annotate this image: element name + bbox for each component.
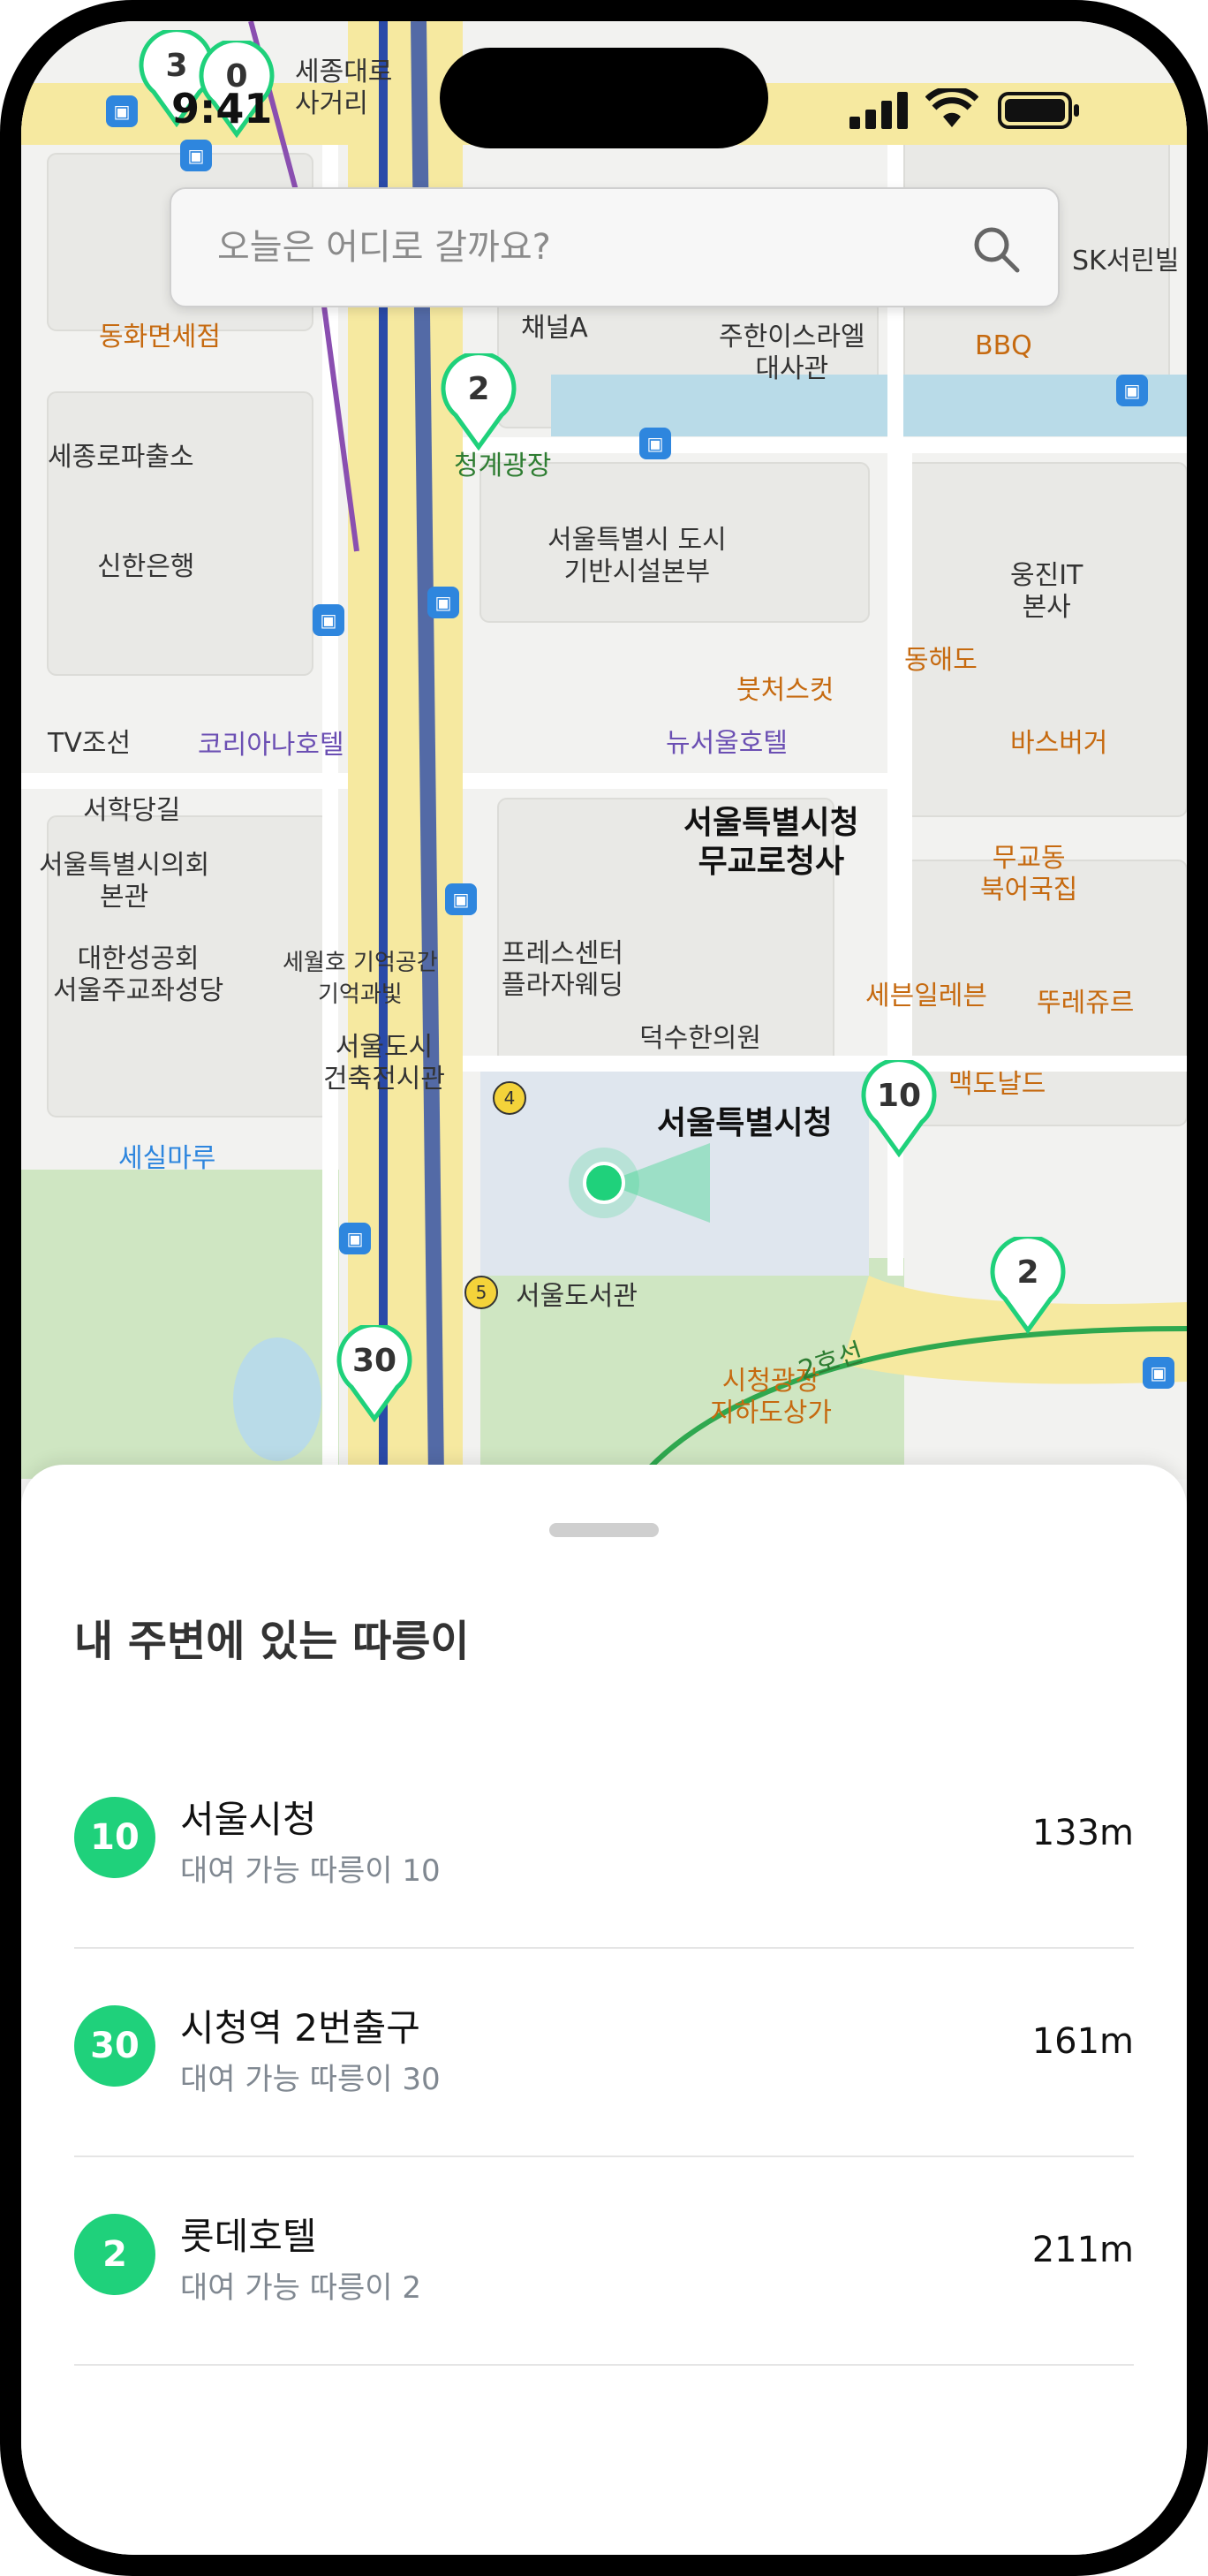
station-name: 롯데호텔	[180, 2215, 317, 2258]
station-distance: 133m	[1031, 1813, 1134, 1853]
status-bar: 9:41	[21, 21, 1187, 148]
bike-station-count: 2	[467, 371, 490, 407]
bus-stop-icon[interactable]: ▣	[427, 587, 459, 618]
bus-stop-icon[interactable]: ▣	[180, 140, 212, 171]
station-distance: 161m	[1031, 2021, 1134, 2062]
map-label-newseoul[interactable]: 뉴서울호텔	[666, 728, 788, 760]
bus-stop-icon[interactable]: ▣	[639, 428, 671, 459]
station-count-badge: 2	[74, 2214, 155, 2295]
map-label-mugyo-soup[interactable]: 무교동 북어국집	[980, 843, 1077, 906]
bus-stop-icon[interactable]: ▣	[1143, 1357, 1174, 1389]
map-label-infra[interactable]: 서울특별시 도시 기반시설본부	[547, 525, 727, 588]
map-label-sewol[interactable]: 세월호 기억공간 기억과빛	[283, 947, 438, 1011]
bike-station-marker[interactable]: 10	[858, 1060, 940, 1157]
current-location-icon	[585, 1163, 623, 1202]
status-time: 9:41	[171, 85, 273, 133]
sheet-title: 내 주변에 있는 따릉이	[74, 1617, 470, 1666]
station-availability: 대여 가능 따릉이 10	[180, 1853, 441, 1889]
map-label-shinhan[interactable]: 신한은행	[97, 551, 194, 583]
bus-stop-icon[interactable]: ▣	[339, 1223, 371, 1254]
station-availability: 대여 가능 따릉이 2	[180, 2270, 422, 2306]
search-input[interactable]	[215, 216, 925, 279]
map-label-burger[interactable]: 바스버거	[1010, 728, 1107, 760]
map-label-anglican[interactable]: 대한성공회 서울주교좌성당	[53, 943, 223, 1007]
map-label-israel-embassy[interactable]: 주한이스라엘 대사관	[719, 322, 865, 385]
phone-frame: 세종대로 사거리 동화면세점 채널A 청계광장 주한이스라엘 대사관 BBQ S…	[0, 0, 1208, 2576]
map-label-library[interactable]: 서울도서관	[516, 1281, 638, 1313]
station-list-item[interactable]: 10 서울시청 대여 가능 따릉이 10 133m	[74, 1740, 1134, 1949]
bus-stop-icon[interactable]: ▣	[445, 883, 477, 915]
wifi-icon	[925, 88, 978, 127]
map-label-council[interactable]: 서울특별시의회 본관	[39, 850, 209, 913]
bike-station-marker[interactable]: 2	[438, 353, 519, 451]
map-label-seohak[interactable]: 서학당길	[83, 795, 180, 827]
map-label-mugyo-office[interactable]: 서울특별시청 무교로청사	[683, 804, 859, 882]
bike-station-marker[interactable]: 30	[334, 1325, 415, 1422]
map-label-semaru[interactable]: 세실마루	[118, 1143, 215, 1175]
search-icon[interactable]	[970, 223, 1023, 276]
bike-station-count: 10	[876, 1078, 922, 1114]
map-label-sk[interactable]: SK서린빌	[1072, 246, 1180, 277]
station-name: 서울시청	[180, 1798, 317, 1841]
map-label-mcd[interactable]: 맥도날드	[948, 1069, 1046, 1101]
divider	[74, 2364, 1134, 2366]
map-label-press[interactable]: 프레스센터 플라자웨딩	[502, 938, 623, 1002]
bus-stop-icon[interactable]: ▣	[313, 604, 344, 636]
map-label-woongjin[interactable]: 웅진IT 본사	[1010, 560, 1083, 624]
map-label-butcher[interactable]: 붓처스컷	[736, 675, 834, 707]
map-label-police[interactable]: 세종로파출소	[48, 442, 194, 474]
dynamic-island	[440, 48, 768, 148]
station-count-badge: 10	[74, 1797, 155, 1878]
station-distance: 211m	[1031, 2230, 1134, 2270]
map-label-tvchosun[interactable]: TV조선	[48, 728, 131, 760]
subway-exit-icon[interactable]: 5	[464, 1276, 498, 1309]
search-bar[interactable]	[170, 187, 1060, 307]
map-label-cheonggye[interactable]: 청계광장	[454, 451, 551, 482]
station-list-item[interactable]: 2 롯데호텔 대여 가능 따릉이 2 211m	[74, 2157, 1134, 2366]
map-label-ddure[interactable]: 뚜레쥬르	[1037, 988, 1134, 1019]
map-label-cityhall[interactable]: 서울특별시청	[657, 1104, 833, 1143]
map-label-dongwha[interactable]: 동화면세점	[99, 322, 221, 353]
battery-icon	[998, 92, 1079, 129]
nearby-stations-sheet[interactable]: 내 주변에 있는 따릉이 10 서울시청 대여 가능 따릉이 10 133m 3…	[21, 1465, 1187, 2555]
bike-station-count: 2	[1016, 1254, 1039, 1291]
signal-icon	[849, 92, 908, 129]
map-label-arch[interactable]: 서울도시 건축전시관	[323, 1032, 445, 1095]
map-label-duksu[interactable]: 덕수한의원	[639, 1023, 761, 1055]
map-label-koreana[interactable]: 코리아나호텔	[198, 730, 344, 761]
sheet-drag-handle[interactable]	[549, 1523, 659, 1537]
station-count-badge: 30	[74, 2005, 155, 2087]
map-label-bbq[interactable]: BBQ	[975, 330, 1032, 362]
map-label-channel-a[interactable]: 채널A	[521, 313, 588, 345]
bike-station-marker[interactable]: 2	[987, 1237, 1068, 1334]
station-name: 시청역 2번출구	[180, 2006, 420, 2049]
station-availability: 대여 가능 따릉이 30	[180, 2062, 441, 2097]
screen: 세종대로 사거리 동화면세점 채널A 청계광장 주한이스라엘 대사관 BBQ S…	[21, 21, 1187, 2555]
bike-station-count: 30	[351, 1343, 397, 1379]
bus-stop-icon[interactable]: ▣	[1116, 375, 1148, 406]
map-label-donghae[interactable]: 동해도	[904, 645, 978, 677]
subway-exit-icon[interactable]: 4	[493, 1081, 526, 1115]
station-list-item[interactable]: 30 시청역 2번출구 대여 가능 따릉이 30 161m	[74, 1949, 1134, 2157]
map-label-seven[interactable]: 세븐일레븐	[865, 981, 987, 1012]
